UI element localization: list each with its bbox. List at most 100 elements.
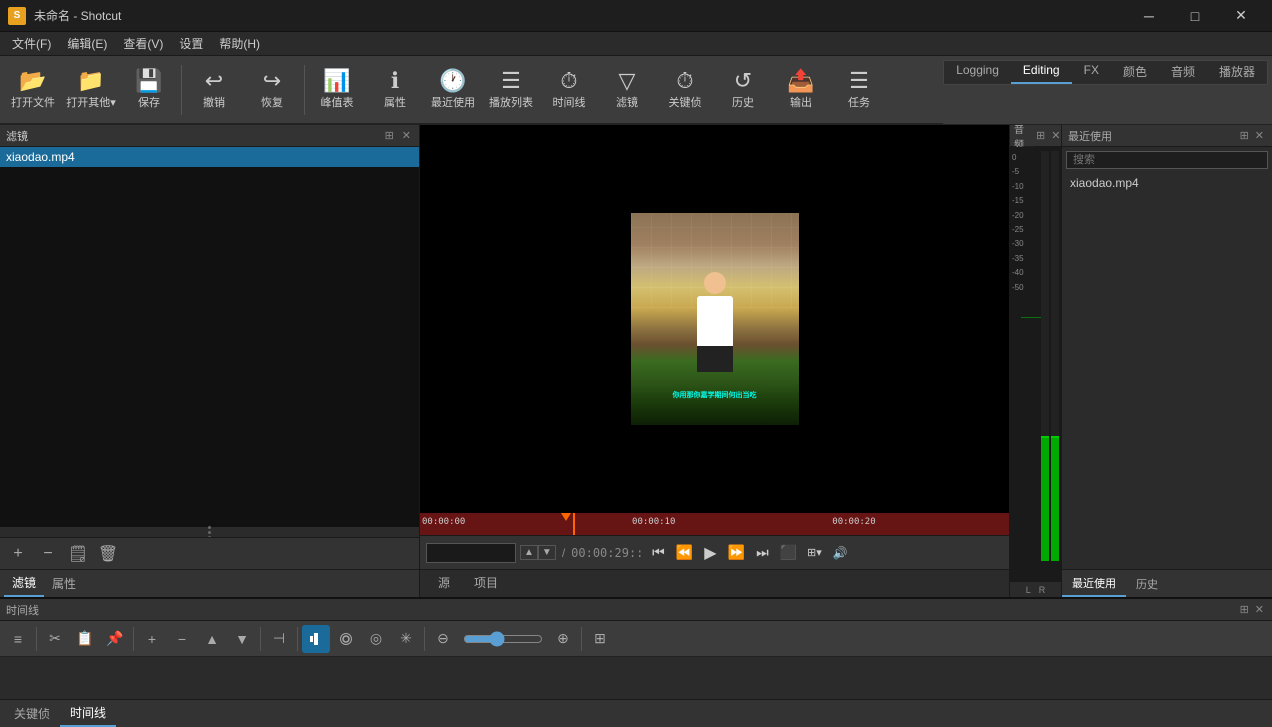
toolbar-timeline[interactable]: ⏱ 时间线 — [540, 59, 598, 121]
filters-content: xiaodao.mp4 — [0, 147, 419, 537]
menu-bar: 文件(F) 编辑(E) 查看(V) 设置 帮助(H) — [0, 32, 1272, 56]
tl-menu-btn[interactable]: ≡ — [4, 625, 32, 653]
layout-tab-fx[interactable]: FX — [1072, 61, 1111, 84]
menu-view[interactable]: 查看(V) — [115, 33, 171, 54]
toolbar-jobs[interactable]: ☰ 任务 — [830, 59, 888, 121]
tl-overwrite-btn[interactable]: ▼ — [228, 625, 256, 653]
transport-stop[interactable]: ⬛ — [777, 542, 799, 564]
tl-copy-btn[interactable]: 📋 — [71, 625, 99, 653]
maximize-button[interactable]: □ — [1172, 0, 1218, 32]
toolbar-save[interactable]: 💾 保存 — [120, 59, 178, 121]
lb-tab-properties[interactable]: 属性 — [44, 571, 84, 596]
transport-to-end[interactable]: ⏭ — [751, 542, 773, 564]
tl-zoom-slider[interactable] — [463, 631, 543, 647]
toolbar-playlist[interactable]: ☰ 播放列表 — [482, 59, 540, 121]
timeline-close-btn[interactable]: ✕ — [1253, 603, 1266, 616]
filters-panel-header: 滤镜 ⊞ ✕ — [0, 125, 419, 147]
toolbar-peak-meter[interactable]: 📊 峰值表 — [308, 59, 366, 121]
toolbar-properties[interactable]: ℹ 属性 — [366, 59, 424, 121]
tl-fit-btn[interactable]: ⊞ — [586, 625, 614, 653]
tl-add-btn[interactable]: + — [138, 625, 166, 653]
toolbar-redo[interactable]: ↪ 恢复 — [243, 59, 301, 121]
audio-bar-R — [1051, 151, 1059, 561]
toolbar-open-other[interactable]: 📁 打开其他▾ — [62, 59, 120, 121]
tl-zoom-in-btn[interactable]: ⊕ — [549, 625, 577, 653]
transport-rewind[interactable]: ⏪ — [673, 542, 695, 564]
far-right-close[interactable]: ✕ — [1253, 129, 1266, 142]
recent-item-1[interactable]: xiaodao.mp4 — [1062, 173, 1272, 193]
filter-copy-btn[interactable]: 🗒 — [66, 542, 90, 566]
transport-play[interactable]: ▶ — [699, 542, 721, 564]
transport-fast-forward[interactable]: ⏩ — [725, 542, 747, 564]
tl-ripple2-btn[interactable]: ✳ — [392, 625, 420, 653]
video-preview: 你用那你嘉学期间何出当吃 — [420, 125, 1009, 513]
layout-tab-player[interactable]: 播放器 — [1207, 61, 1267, 84]
tl-snap-btn[interactable] — [302, 625, 330, 653]
menu-settings[interactable]: 设置 — [171, 33, 211, 54]
filter-add-btn[interactable]: + — [6, 542, 30, 566]
sp-tab-project[interactable]: 项目 — [462, 570, 510, 597]
filter-paste-btn[interactable]: 🗑 — [96, 542, 120, 566]
filters-panel-close[interactable]: ✕ — [400, 129, 413, 142]
timeline-float[interactable]: ⊞ — [1238, 603, 1251, 616]
toolbar-undo[interactable]: ↩ 撤销 — [185, 59, 243, 121]
transport-grid[interactable]: ⊞▾ — [803, 542, 825, 564]
bot-tab-keyframes[interactable]: 关键侦 — [4, 701, 60, 726]
filter-remove-btn[interactable]: − — [36, 542, 60, 566]
preview-subtitle: 你用那你嘉学期间何出当吃 — [673, 390, 757, 400]
filter-panel-splitter[interactable] — [0, 527, 419, 537]
layout-tab-editing[interactable]: Editing — [1011, 61, 1072, 84]
audio-minus20-line — [1021, 317, 1041, 318]
tl-lift-btn[interactable]: ▲ — [198, 625, 226, 653]
current-time-input[interactable]: 00:00:06:02 — [426, 543, 516, 563]
timeline-title: 时间线 — [6, 602, 39, 618]
filters-panel-float[interactable]: ⊞ — [383, 129, 396, 142]
toolbar-filters[interactable]: ▽ 滤镜 — [598, 59, 656, 121]
far-right-float[interactable]: ⊞ — [1238, 129, 1251, 142]
filters-panel-controls: ⊞ ✕ — [383, 129, 413, 142]
far-right-title: 最近使用 — [1068, 128, 1112, 144]
layout-tab-audio[interactable]: 音频 — [1159, 61, 1207, 84]
timeline-section: 时间线 ⊞ ✕ ≡ ✂ 📋 📌 + − ▲ ▼ ⊣ — [0, 597, 1272, 727]
transport-to-start[interactable]: ⏮ — [647, 542, 669, 564]
sp-tab-source[interactable]: 源 — [426, 570, 462, 597]
tl-cut-btn[interactable]: ✂ — [41, 625, 69, 653]
tl-paste-btn[interactable]: 📌 — [101, 625, 129, 653]
toolbar-open-file[interactable]: 📂 打开文件 — [4, 59, 62, 121]
menu-edit[interactable]: 编辑(E) — [59, 33, 115, 54]
time-up-btn[interactable]: ▲ — [520, 545, 538, 560]
close-button[interactable]: ✕ — [1218, 0, 1264, 32]
splitter-indicator — [208, 522, 211, 537]
minimize-button[interactable]: ─ — [1126, 0, 1172, 32]
toolbar-keyframes[interactable]: ⏱ 关键侦 — [656, 59, 714, 121]
menu-file[interactable]: 文件(F) — [4, 33, 59, 54]
tl-remove-btn[interactable]: − — [168, 625, 196, 653]
snap-icon — [309, 632, 323, 646]
tl-split-btn[interactable]: ⊣ — [265, 625, 293, 653]
tl-zoom-out-btn[interactable]: ⊖ — [429, 625, 457, 653]
time-down-btn[interactable]: ▼ — [538, 545, 556, 560]
fr-tab-history[interactable]: 历史 — [1126, 572, 1168, 596]
toolbar-export[interactable]: 📤 输出 — [772, 59, 830, 121]
layout-tab-logging[interactable]: Logging — [944, 61, 1011, 84]
audio-panel-float[interactable]: ⊞ — [1034, 129, 1047, 142]
toolbar-history[interactable]: ↺ 历史 — [714, 59, 772, 121]
jobs-icon: ☰ — [849, 70, 869, 92]
fr-tab-recent[interactable]: 最近使用 — [1062, 571, 1126, 597]
layout-tab-color[interactable]: 颜色 — [1111, 61, 1159, 84]
audio-label-L: L — [1026, 585, 1031, 595]
search-input[interactable] — [1066, 151, 1268, 169]
tl-ripple-btn[interactable] — [332, 625, 360, 653]
filter-item[interactable]: xiaodao.mp4 — [0, 147, 419, 167]
undo-label: 撤销 — [203, 94, 225, 110]
audio-panel-close[interactable]: ✕ — [1049, 129, 1062, 142]
menu-help[interactable]: 帮助(H) — [211, 33, 268, 54]
history-label: 历史 — [732, 94, 754, 110]
preview-scrubber[interactable]: 00:00:00 00:00:10 00:00:20 — [420, 513, 1009, 535]
tl-scrub-btn[interactable]: ◎ — [362, 625, 390, 653]
toolbar-recent[interactable]: 🕐 最近使用 — [424, 59, 482, 121]
bot-tab-timeline[interactable]: 时间线 — [60, 700, 116, 727]
timeline-label: 时间线 — [553, 94, 586, 110]
transport-volume[interactable]: 🔊 — [829, 542, 851, 564]
lb-tab-filters[interactable]: 滤镜 — [4, 570, 44, 597]
